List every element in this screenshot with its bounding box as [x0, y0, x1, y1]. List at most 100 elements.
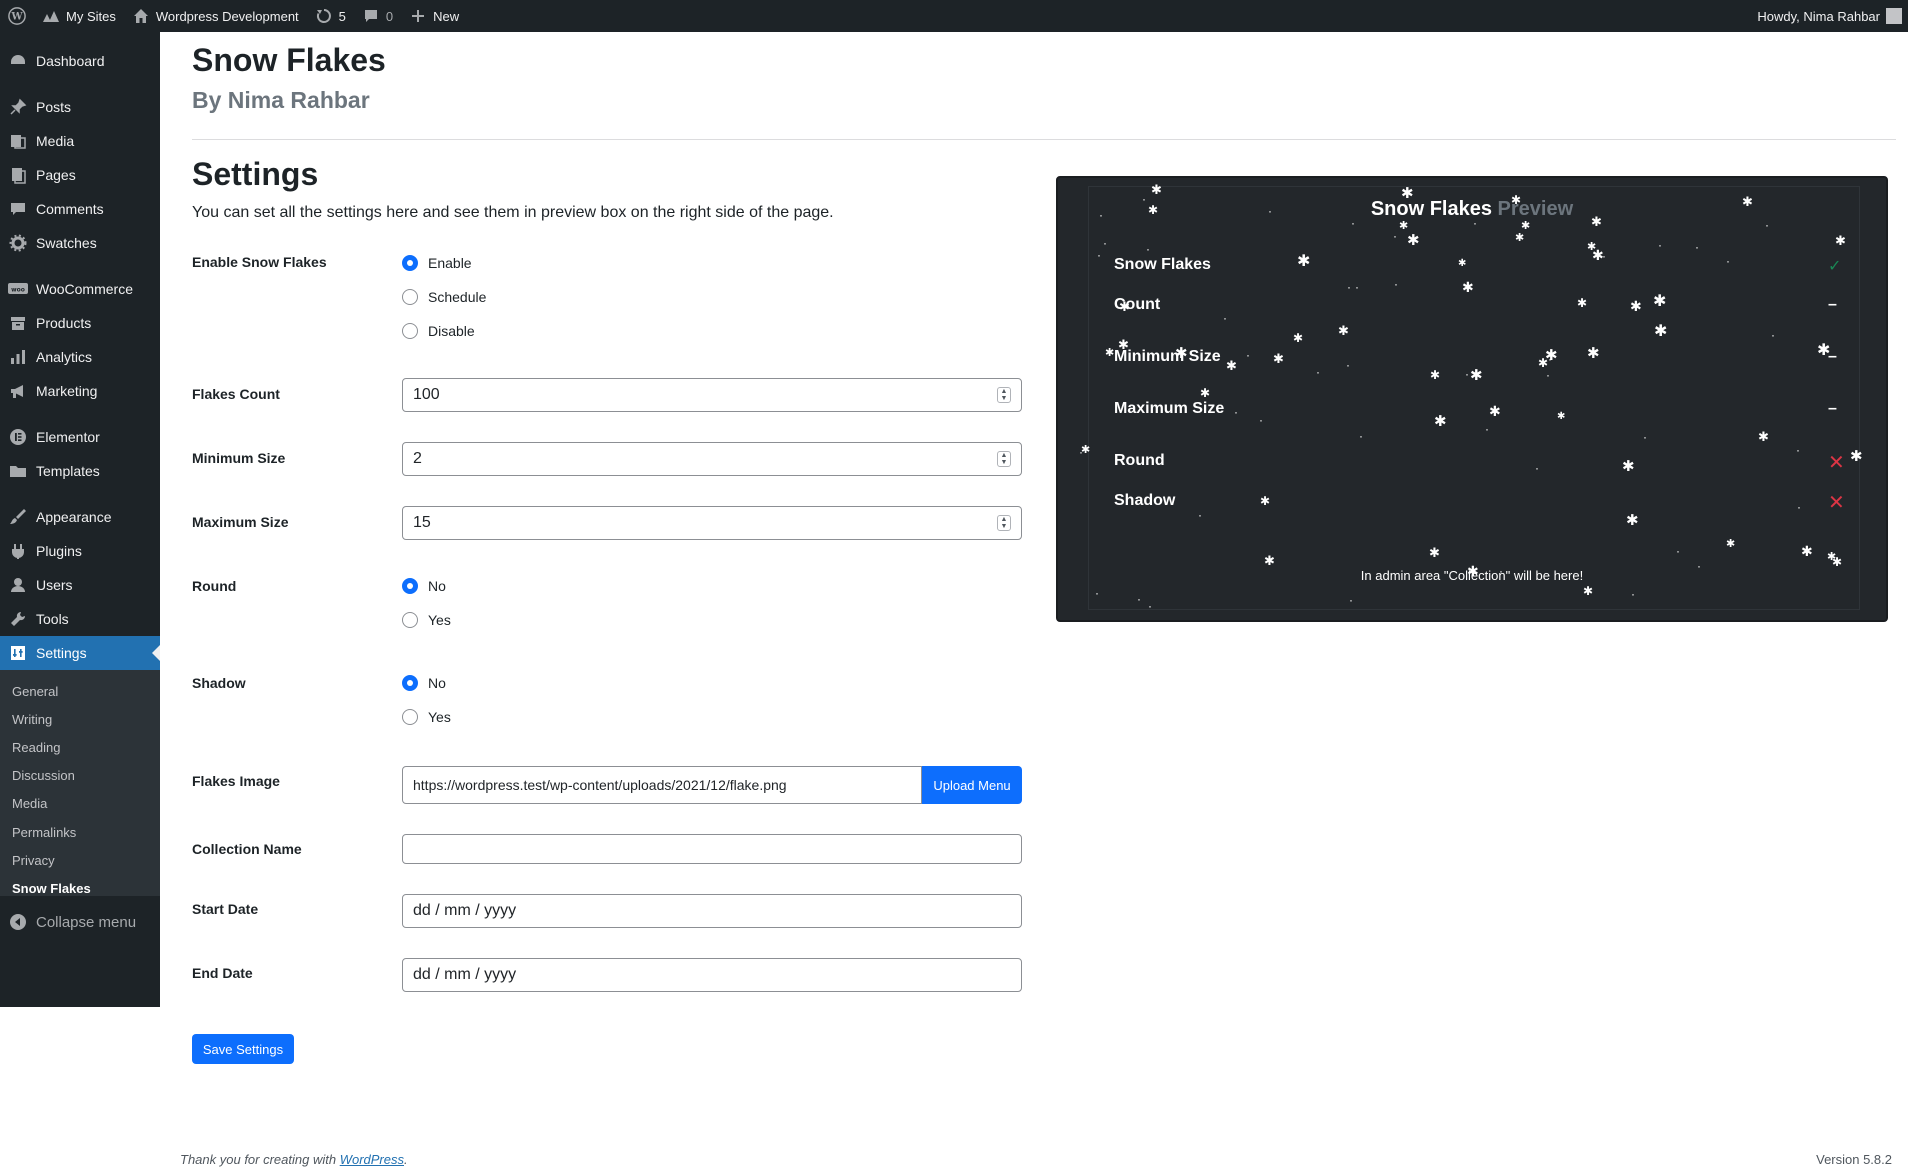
save-settings-button[interactable]: Save Settings — [192, 1034, 294, 1064]
sidebar-item-tools[interactable]: Tools — [0, 602, 160, 636]
snowflake-icon: ✱ — [1583, 584, 1594, 598]
max-size-label: Maximum Size — [192, 514, 289, 530]
radio-dot — [402, 578, 418, 594]
min-size-input[interactable]: 2 ▲ ▼ — [402, 442, 1022, 476]
account-menu[interactable]: Howdy, Nima Rahbar — [1749, 0, 1908, 32]
updates-link[interactable]: 5 — [307, 0, 354, 32]
preview-row-label: Minimum Size — [1114, 348, 1221, 365]
input-value: 15 — [413, 514, 431, 531]
shadow-radio-no[interactable]: No — [402, 675, 446, 691]
submenu-item-snow-flakes[interactable]: Snow Flakes — [12, 881, 91, 896]
folder-icon — [8, 461, 28, 481]
snowflake-icon: · — [1099, 208, 1103, 222]
sidebar-item-label: Plugins — [36, 543, 82, 559]
sidebar-item-pages[interactable]: Pages — [0, 158, 160, 192]
upload-menu-button[interactable]: Upload Menu — [922, 766, 1022, 804]
snowflake-icon: · — [1095, 586, 1099, 600]
snowflake-icon: ✱ — [1264, 553, 1275, 568]
updates-icon — [315, 7, 333, 25]
spinner-icon[interactable]: ▲ ▼ — [997, 515, 1011, 531]
snowflake-icon: · — [1676, 544, 1680, 558]
start-date-input[interactable]: dd / mm / yyyy — [402, 894, 1022, 928]
sidebar-item-media[interactable]: Media — [0, 124, 160, 158]
spinner-icon[interactable]: ▲ ▼ — [997, 387, 1011, 403]
sidebar-item-elementor[interactable]: Elementor — [0, 420, 160, 454]
snowflake-icon: · — [1103, 236, 1107, 250]
site-name-link[interactable]: Wordpress Development — [124, 0, 307, 32]
flakes-count-label: Flakes Count — [192, 386, 280, 402]
submenu-item-privacy[interactable]: Privacy — [12, 853, 55, 868]
enable-label: Enable Snow Flakes — [192, 254, 327, 270]
radio-dot — [402, 255, 418, 271]
sidebar-item-marketing[interactable]: Marketing — [0, 374, 160, 408]
settings-description: You can set all the settings here and se… — [192, 204, 834, 221]
sidebar-item-products[interactable]: Products — [0, 306, 160, 340]
my-sites-link[interactable]: My Sites — [34, 0, 124, 32]
comments-link[interactable]: 0 — [354, 0, 401, 32]
sidebar-item-label: Templates — [36, 463, 100, 479]
submenu-item-permalinks[interactable]: Permalinks — [12, 825, 76, 840]
submenu-item-writing[interactable]: Writing — [12, 712, 52, 727]
wordpress-link[interactable]: WordPress — [340, 1152, 404, 1167]
snowflake-icon: · — [1349, 593, 1353, 607]
end-date-input[interactable]: dd / mm / yyyy — [402, 958, 1022, 992]
footer-thanks-text: Thank you for creating with — [180, 1152, 337, 1167]
snowflake-icon: ✱ — [1118, 337, 1129, 352]
collapse-menu-button[interactable]: Collapse menu — [0, 912, 136, 932]
flakes-image-input[interactable]: https://wordpress.test/wp-content/upload… — [402, 766, 922, 804]
cross-icon: ✕ — [1828, 452, 1845, 474]
sidebar-item-settings[interactable]: Settings — [0, 636, 160, 670]
my-sites-label: My Sites — [66, 8, 116, 24]
submenu-item-discussion[interactable]: Discussion — [12, 768, 75, 783]
sidebar-item-woocommerce[interactable]: woo WooCommerce — [0, 272, 160, 306]
sidebar-item-label: Analytics — [36, 349, 93, 365]
sidebar-item-users[interactable]: Users — [0, 568, 160, 602]
snowflake-icon: ✱ — [1577, 296, 1588, 310]
collapse-menu-label: Collapse menu — [36, 913, 137, 931]
submenu-item-general[interactable]: General — [12, 684, 58, 699]
enable-radio-schedule[interactable]: Schedule — [402, 289, 486, 305]
snowflake-icon: · — [1658, 238, 1662, 252]
snowflake-icon: · — [1246, 348, 1250, 362]
submenu-item-media[interactable]: Media — [12, 796, 47, 811]
sidebar-item-templates[interactable]: Templates — [0, 454, 160, 488]
elementor-icon — [8, 427, 28, 447]
enable-radio-disable[interactable]: Disable — [402, 323, 475, 339]
preview-row-label: Shadow — [1114, 492, 1176, 509]
sidebar-item-analytics[interactable]: Analytics — [0, 340, 160, 374]
snowflake-icon: · — [1697, 559, 1701, 573]
snowflake-icon: ✱ — [1401, 185, 1414, 202]
sidebar-item-label: Users — [36, 577, 73, 593]
input-placeholder: dd / mm / yyyy — [413, 902, 517, 919]
sidebar-item-swatches[interactable]: Swatches — [0, 226, 160, 260]
snowflake-icon: ✱ — [1430, 368, 1441, 382]
submenu-item-reading[interactable]: Reading — [12, 740, 60, 755]
sidebar-item-label: Appearance — [36, 509, 112, 525]
shadow-radio-yes[interactable]: Yes — [402, 709, 451, 725]
sidebar-item-plugins[interactable]: Plugins — [0, 534, 160, 568]
enable-radio-enable[interactable]: Enable — [402, 255, 472, 271]
max-size-input[interactable]: 15 ▲ ▼ — [402, 506, 1022, 540]
round-radio-no[interactable]: No — [402, 578, 446, 594]
spinner-icon[interactable]: ▲ ▼ — [997, 451, 1011, 467]
sidebar-item-comments[interactable]: Comments — [0, 192, 160, 226]
new-content-link[interactable]: New — [401, 0, 467, 32]
snowflake-icon: · — [1465, 367, 1469, 381]
sidebar-item-dashboard[interactable]: Dashboard — [0, 44, 160, 78]
sidebar-item-posts[interactable]: Posts — [0, 90, 160, 124]
end-date-label: End Date — [192, 965, 253, 981]
svg-text:W: W — [10, 12, 23, 23]
flakes-count-input[interactable]: 100 ▲ ▼ — [402, 378, 1022, 412]
plus-icon — [409, 7, 427, 25]
snowflake-icon: ✱ — [1470, 367, 1483, 384]
shadow-label: Shadow — [192, 675, 246, 691]
dashboard-icon — [8, 51, 28, 71]
sidebar-item-appearance[interactable]: Appearance — [0, 500, 160, 534]
snowflake-icon: ✱ — [1801, 543, 1813, 559]
collection-name-input[interactable] — [402, 834, 1022, 864]
input-placeholder: dd / mm / yyyy — [413, 966, 517, 983]
round-radio-yes[interactable]: Yes — [402, 612, 451, 628]
preview-title-fade: Preview — [1497, 198, 1574, 220]
wordpress-logo-icon[interactable]: W — [0, 0, 34, 32]
snowflake-icon: ✱ — [1654, 323, 1668, 340]
